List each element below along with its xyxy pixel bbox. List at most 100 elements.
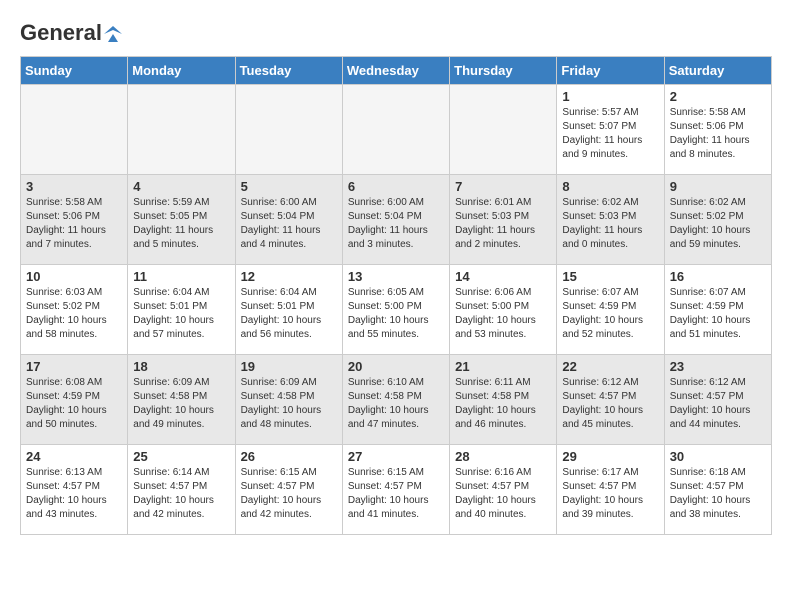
day-info: Sunrise: 6:09 AM Sunset: 4:58 PM Dayligh… bbox=[241, 376, 337, 432]
day-number: 10 bbox=[26, 269, 122, 284]
calendar-cell: 5 Sunrise: 6:00 AM Sunset: 5:04 PM Daylig… bbox=[235, 175, 342, 265]
day-info: Sunrise: 6:07 AM Sunset: 4:59 PM Dayligh… bbox=[562, 286, 658, 342]
calendar-week-row: 24 Sunrise: 6:13 AM Sunset: 4:57 PM Dayli… bbox=[21, 445, 772, 535]
day-info: Sunrise: 5:58 AM Sunset: 5:06 PM Dayligh… bbox=[670, 106, 766, 162]
calendar-cell: 9 Sunrise: 6:02 AM Sunset: 5:02 PM Daylig… bbox=[664, 175, 771, 265]
day-info: Sunrise: 5:58 AM Sunset: 5:06 PM Dayligh… bbox=[26, 196, 122, 252]
day-number: 21 bbox=[455, 359, 551, 374]
calendar-cell: 22 Sunrise: 6:12 AM Sunset: 4:57 PM Dayli… bbox=[557, 355, 664, 445]
day-info: Sunrise: 6:03 AM Sunset: 5:02 PM Dayligh… bbox=[26, 286, 122, 342]
day-number: 20 bbox=[348, 359, 444, 374]
calendar-cell: 1 Sunrise: 5:57 AM Sunset: 5:07 PM Daylig… bbox=[557, 85, 664, 175]
calendar-cell: 16 Sunrise: 6:07 AM Sunset: 4:59 PM Dayli… bbox=[664, 265, 771, 355]
weekday-header-friday: Friday bbox=[557, 57, 664, 85]
day-info: Sunrise: 6:00 AM Sunset: 5:04 PM Dayligh… bbox=[241, 196, 337, 252]
day-number: 22 bbox=[562, 359, 658, 374]
calendar-cell: 19 Sunrise: 6:09 AM Sunset: 4:58 PM Dayli… bbox=[235, 355, 342, 445]
calendar-week-row: 1 Sunrise: 5:57 AM Sunset: 5:07 PM Daylig… bbox=[21, 85, 772, 175]
calendar-cell: 12Sunrise: 6:04 AM Sunset: 5:01 PM Dayli… bbox=[235, 265, 342, 355]
day-info: Sunrise: 5:57 AM Sunset: 5:07 PM Dayligh… bbox=[562, 106, 658, 162]
calendar-cell: 26 Sunrise: 6:15 AM Sunset: 4:57 PM Dayli… bbox=[235, 445, 342, 535]
calendar-cell: 13 Sunrise: 6:05 AM Sunset: 5:00 PM Dayli… bbox=[342, 265, 449, 355]
day-number: 3 bbox=[26, 179, 122, 194]
day-info: Sunrise: 6:18 AM Sunset: 4:57 PM Dayligh… bbox=[670, 466, 766, 522]
calendar-cell bbox=[235, 85, 342, 175]
calendar-table: SundayMondayTuesdayWednesdayThursdayFrid… bbox=[20, 56, 772, 535]
calendar-cell: 8Sunrise: 6:02 AM Sunset: 5:03 PM Daylig… bbox=[557, 175, 664, 265]
day-number: 7 bbox=[455, 179, 551, 194]
logo-text: General bbox=[20, 20, 122, 46]
day-number: 28 bbox=[455, 449, 551, 464]
day-info: Sunrise: 6:04 AM Sunset: 5:01 PM Dayligh… bbox=[133, 286, 229, 342]
calendar-cell: 23 Sunrise: 6:12 AM Sunset: 4:57 PM Dayli… bbox=[664, 355, 771, 445]
logo-arrow-icon bbox=[104, 26, 122, 42]
calendar-cell: 15 Sunrise: 6:07 AM Sunset: 4:59 PM Dayli… bbox=[557, 265, 664, 355]
calendar-cell: 20 Sunrise: 6:10 AM Sunset: 4:58 PM Dayli… bbox=[342, 355, 449, 445]
day-number: 8 bbox=[562, 179, 658, 194]
day-number: 15 bbox=[562, 269, 658, 284]
day-number: 30 bbox=[670, 449, 766, 464]
day-info: Sunrise: 6:08 AM Sunset: 4:59 PM Dayligh… bbox=[26, 376, 122, 432]
day-number: 2 bbox=[670, 89, 766, 104]
weekday-header-monday: Monday bbox=[128, 57, 235, 85]
weekday-header-saturday: Saturday bbox=[664, 57, 771, 85]
calendar-week-row: 17 Sunrise: 6:08 AM Sunset: 4:59 PM Dayli… bbox=[21, 355, 772, 445]
calendar-cell: 7 Sunrise: 6:01 AM Sunset: 5:03 PM Daylig… bbox=[450, 175, 557, 265]
day-number: 12 bbox=[241, 269, 337, 284]
day-info: Sunrise: 6:07 AM Sunset: 4:59 PM Dayligh… bbox=[670, 286, 766, 342]
day-number: 1 bbox=[562, 89, 658, 104]
day-info: Sunrise: 6:16 AM Sunset: 4:57 PM Dayligh… bbox=[455, 466, 551, 522]
calendar-cell: 25Sunrise: 6:14 AM Sunset: 4:57 PM Dayli… bbox=[128, 445, 235, 535]
day-number: 18 bbox=[133, 359, 229, 374]
day-info: Sunrise: 6:02 AM Sunset: 5:02 PM Dayligh… bbox=[670, 196, 766, 252]
logo: General bbox=[20, 20, 122, 46]
day-number: 17 bbox=[26, 359, 122, 374]
calendar-cell: 24 Sunrise: 6:13 AM Sunset: 4:57 PM Dayli… bbox=[21, 445, 128, 535]
calendar-cell: 4Sunrise: 5:59 AM Sunset: 5:05 PM Daylig… bbox=[128, 175, 235, 265]
calendar-cell: 17 Sunrise: 6:08 AM Sunset: 4:59 PM Dayli… bbox=[21, 355, 128, 445]
day-info: Sunrise: 6:12 AM Sunset: 4:57 PM Dayligh… bbox=[562, 376, 658, 432]
calendar-cell bbox=[128, 85, 235, 175]
day-number: 23 bbox=[670, 359, 766, 374]
day-info: Sunrise: 6:05 AM Sunset: 5:00 PM Dayligh… bbox=[348, 286, 444, 342]
day-info: Sunrise: 6:15 AM Sunset: 4:57 PM Dayligh… bbox=[241, 466, 337, 522]
day-number: 16 bbox=[670, 269, 766, 284]
day-number: 6 bbox=[348, 179, 444, 194]
calendar-cell bbox=[21, 85, 128, 175]
day-info: Sunrise: 6:09 AM Sunset: 4:58 PM Dayligh… bbox=[133, 376, 229, 432]
weekday-header-tuesday: Tuesday bbox=[235, 57, 342, 85]
calendar-cell: 27Sunrise: 6:15 AM Sunset: 4:57 PM Dayli… bbox=[342, 445, 449, 535]
day-number: 13 bbox=[348, 269, 444, 284]
calendar-cell: 6 Sunrise: 6:00 AM Sunset: 5:04 PM Daylig… bbox=[342, 175, 449, 265]
calendar-cell: 21 Sunrise: 6:11 AM Sunset: 4:58 PM Dayli… bbox=[450, 355, 557, 445]
day-info: Sunrise: 6:12 AM Sunset: 4:57 PM Dayligh… bbox=[670, 376, 766, 432]
day-number: 26 bbox=[241, 449, 337, 464]
calendar-cell: 2 Sunrise: 5:58 AM Sunset: 5:06 PM Daylig… bbox=[664, 85, 771, 175]
weekday-header-sunday: Sunday bbox=[21, 57, 128, 85]
day-info: Sunrise: 6:00 AM Sunset: 5:04 PM Dayligh… bbox=[348, 196, 444, 252]
day-info: Sunrise: 6:15 AM Sunset: 4:57 PM Dayligh… bbox=[348, 466, 444, 522]
day-info: Sunrise: 6:11 AM Sunset: 4:58 PM Dayligh… bbox=[455, 376, 551, 432]
calendar-cell: 11Sunrise: 6:04 AM Sunset: 5:01 PM Dayli… bbox=[128, 265, 235, 355]
calendar-week-row: 3 Sunrise: 5:58 AM Sunset: 5:06 PM Daylig… bbox=[21, 175, 772, 265]
weekday-header-thursday: Thursday bbox=[450, 57, 557, 85]
calendar-cell: 28 Sunrise: 6:16 AM Sunset: 4:57 PM Dayli… bbox=[450, 445, 557, 535]
day-number: 5 bbox=[241, 179, 337, 194]
day-number: 24 bbox=[26, 449, 122, 464]
day-info: Sunrise: 6:06 AM Sunset: 5:00 PM Dayligh… bbox=[455, 286, 551, 342]
calendar-cell bbox=[450, 85, 557, 175]
calendar-cell: 30 Sunrise: 6:18 AM Sunset: 4:57 PM Dayli… bbox=[664, 445, 771, 535]
day-info: Sunrise: 6:10 AM Sunset: 4:58 PM Dayligh… bbox=[348, 376, 444, 432]
calendar-cell: 10 Sunrise: 6:03 AM Sunset: 5:02 PM Dayli… bbox=[21, 265, 128, 355]
weekday-header-row: SundayMondayTuesdayWednesdayThursdayFrid… bbox=[21, 57, 772, 85]
page-header: General bbox=[20, 20, 772, 46]
day-number: 9 bbox=[670, 179, 766, 194]
day-info: Sunrise: 6:13 AM Sunset: 4:57 PM Dayligh… bbox=[26, 466, 122, 522]
day-info: Sunrise: 6:17 AM Sunset: 4:57 PM Dayligh… bbox=[562, 466, 658, 522]
calendar-week-row: 10 Sunrise: 6:03 AM Sunset: 5:02 PM Dayli… bbox=[21, 265, 772, 355]
day-number: 4 bbox=[133, 179, 229, 194]
day-number: 14 bbox=[455, 269, 551, 284]
day-info: Sunrise: 6:01 AM Sunset: 5:03 PM Dayligh… bbox=[455, 196, 551, 252]
calendar-cell: 18 Sunrise: 6:09 AM Sunset: 4:58 PM Dayli… bbox=[128, 355, 235, 445]
day-number: 19 bbox=[241, 359, 337, 374]
